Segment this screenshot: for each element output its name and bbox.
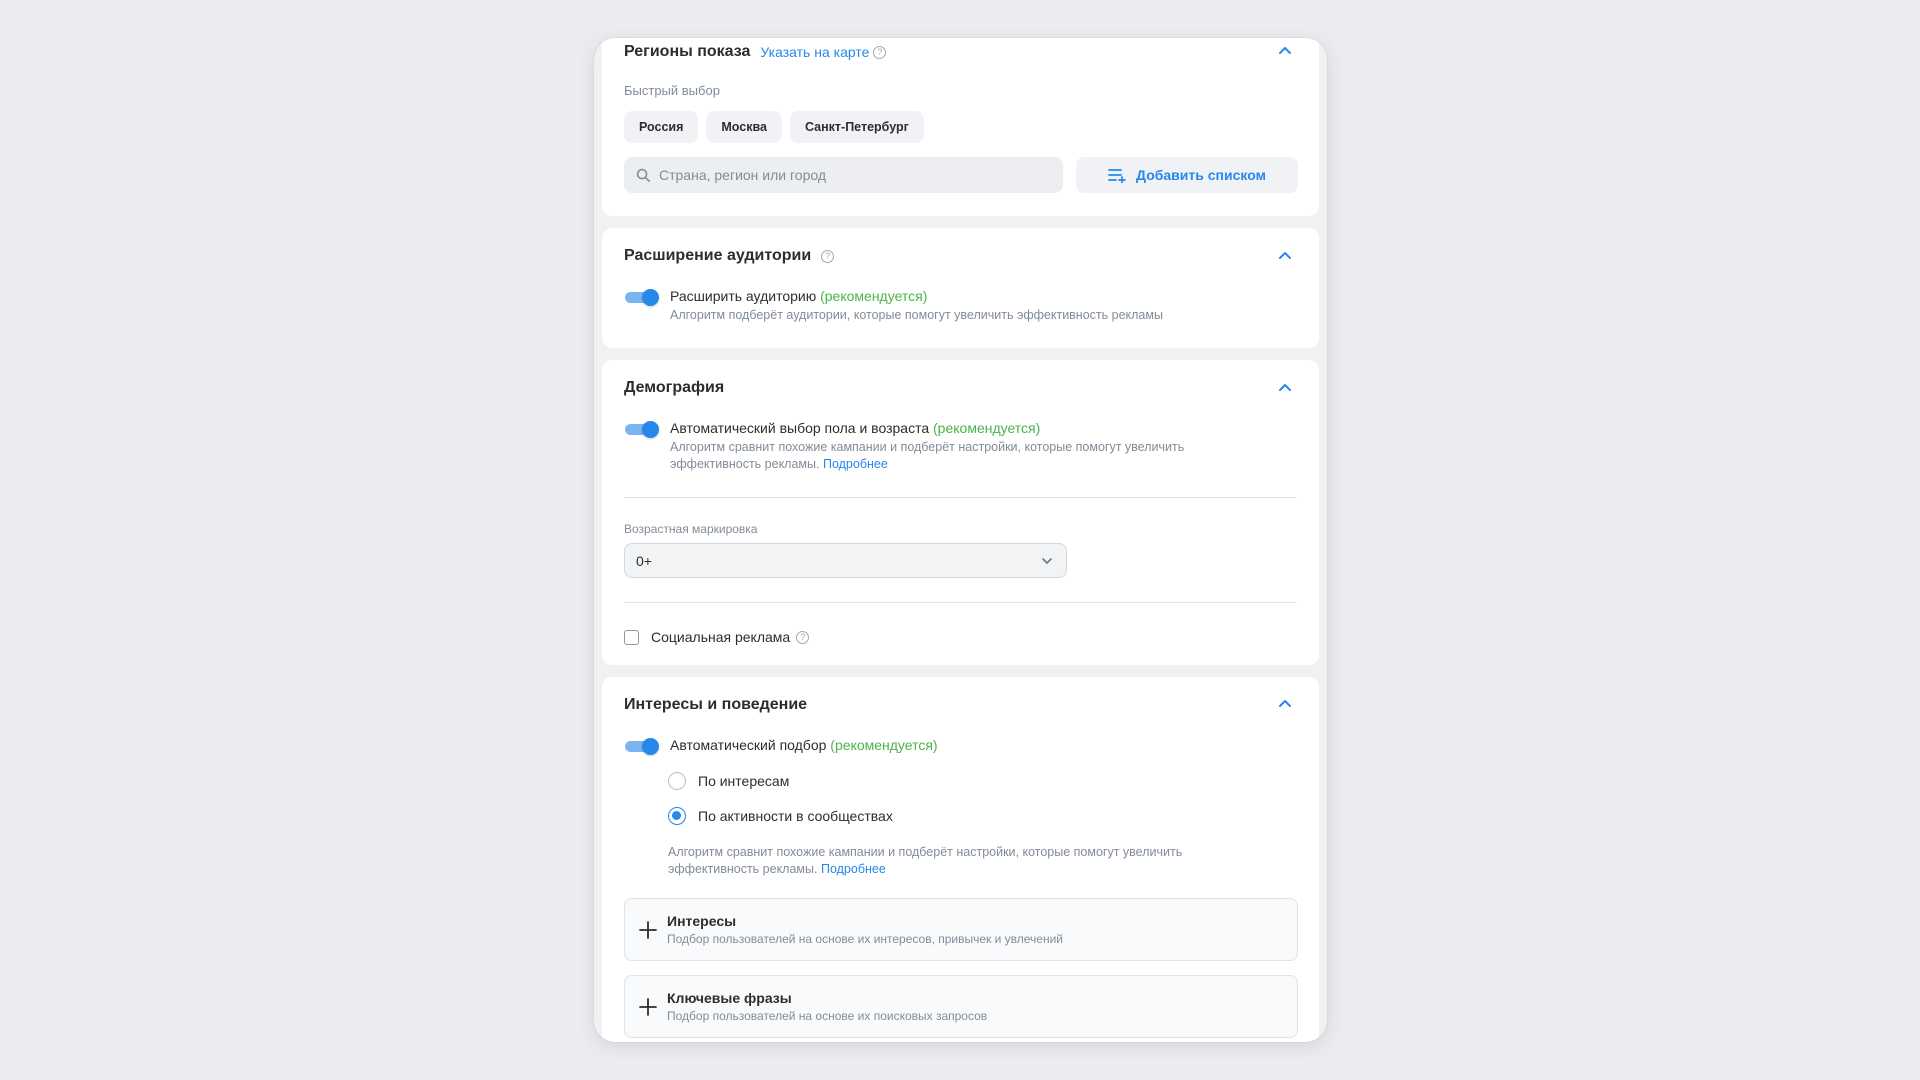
recommended-label: (рекомендуется) xyxy=(830,737,938,753)
age-rating-label: Возрастная маркировка xyxy=(624,522,758,536)
audience-toggle-row: Расширить аудиторию (рекомендуется) Алго… xyxy=(624,287,1163,324)
age-rating-value: 0+ xyxy=(636,552,652,569)
audience-card: Расширение аудитории ? Расширить аудитор… xyxy=(602,228,1319,348)
radio-button[interactable] xyxy=(668,772,686,790)
recommended-label: (рекомендуется) xyxy=(820,288,928,304)
add-card-title: Интересы xyxy=(667,913,737,929)
search-icon xyxy=(636,168,650,182)
social-ad-label: Социальная реклама xyxy=(651,629,791,645)
more-link[interactable]: Подробнее xyxy=(821,862,886,876)
regions-card: Регионы показа Указать на карте ? Быстры… xyxy=(602,38,1319,216)
interests-toggle[interactable] xyxy=(624,738,660,755)
add-list-label: Добавить списком xyxy=(1136,167,1266,183)
radio-label: По интересам xyxy=(698,773,790,789)
region-search-input[interactable] xyxy=(659,167,1039,183)
radio-label: По активности в сообществах xyxy=(698,808,893,824)
demography-title: Демография xyxy=(624,379,725,396)
divider xyxy=(624,602,1297,603)
chip-russia[interactable]: Россия xyxy=(624,111,699,143)
audience-toggle[interactable] xyxy=(624,289,660,306)
age-rating-select[interactable]: 0+ xyxy=(624,543,1067,578)
plus-icon xyxy=(639,920,657,939)
demography-description: Алгоритм сравнит похожие кампании и подб… xyxy=(670,440,1185,471)
audience-header: Расширение аудитории ? xyxy=(624,247,835,265)
radio-by-communities[interactable]: По активности в сообществах xyxy=(668,807,893,825)
chevron-up-icon[interactable] xyxy=(1277,248,1293,264)
demography-toggle-row: Автоматический выбор пола и возраста (ре… xyxy=(624,419,1240,473)
regions-title: Регионы показа xyxy=(624,43,751,60)
map-link[interactable]: Указать на карте ? xyxy=(760,44,887,60)
interests-description-block: Алгоритм сравнит похожие кампании и подб… xyxy=(668,844,1238,878)
plus-icon xyxy=(639,997,657,1016)
settings-panel: Регионы показа Указать на карте ? Быстры… xyxy=(594,38,1327,1042)
radio-by-interests[interactable]: По интересам xyxy=(668,772,789,790)
audience-toggle-label: Расширить аудиторию xyxy=(670,288,817,304)
chevron-up-icon[interactable] xyxy=(1277,696,1293,712)
interests-title: Интересы и поведение xyxy=(624,696,808,713)
chip-spb[interactable]: Санкт-Петербург xyxy=(789,111,924,143)
demography-toggle[interactable] xyxy=(624,421,660,438)
social-ad-checkbox[interactable] xyxy=(624,629,639,645)
add-card-title: Ключевые фразы xyxy=(667,990,792,1006)
demography-card: Демография Автоматический выбор пола и в… xyxy=(602,360,1319,665)
interests-header: Интересы и поведение xyxy=(624,696,807,714)
help-icon[interactable]: ? xyxy=(821,249,835,263)
add-list-button[interactable]: Добавить списком xyxy=(1076,157,1298,193)
regions-header: Регионы показа Указать на карте ? xyxy=(624,43,887,61)
list-add-icon xyxy=(1108,169,1126,183)
help-icon[interactable]: ? xyxy=(873,45,887,59)
help-icon[interactable]: ? xyxy=(796,630,810,644)
map-link-label[interactable]: Указать на карте xyxy=(760,44,869,60)
quick-select-label: Быстрый выбор xyxy=(624,83,720,98)
interests-card: Интересы и поведение Автоматический подб… xyxy=(602,677,1319,1042)
interests-description: Алгоритм сравнит похожие кампании и подб… xyxy=(668,845,1183,876)
region-search[interactable] xyxy=(624,157,1063,193)
recommended-label: (рекомендуется) xyxy=(933,420,1041,436)
audience-title: Расширение аудитории xyxy=(624,247,812,264)
add-card-description: Подбор пользователей на основе их интере… xyxy=(667,932,1064,946)
add-keywords-card[interactable]: Ключевые фразы Подбор пользователей на о… xyxy=(624,975,1298,1038)
settings-scroll-area[interactable]: Регионы показа Указать на карте ? Быстры… xyxy=(602,38,1319,1042)
divider xyxy=(624,497,1297,498)
radio-button-selected[interactable] xyxy=(668,807,686,825)
audience-description: Алгоритм подберёт аудитории, которые пом… xyxy=(670,308,1163,322)
social-ad-row[interactable]: Социальная реклама ? xyxy=(624,628,810,646)
interests-toggle-label: Автоматический подбор xyxy=(670,737,827,753)
quick-select-chips: Россия Москва Санкт-Петербург xyxy=(624,111,924,143)
chevron-down-icon xyxy=(1042,557,1052,564)
add-interests-card[interactable]: Интересы Подбор пользователей на основе … xyxy=(624,898,1298,961)
interests-toggle-row: Автоматический подбор (рекомендуется) xyxy=(624,736,938,755)
demography-toggle-label: Автоматический выбор пола и возраста xyxy=(670,420,930,436)
chip-moscow[interactable]: Москва xyxy=(706,111,782,143)
chevron-up-icon[interactable] xyxy=(1277,43,1293,59)
chevron-up-icon[interactable] xyxy=(1277,380,1293,396)
add-card-description: Подбор пользователей на основе их поиско… xyxy=(667,1009,988,1023)
more-link[interactable]: Подробнее xyxy=(823,457,888,471)
demography-header: Демография xyxy=(624,379,724,397)
